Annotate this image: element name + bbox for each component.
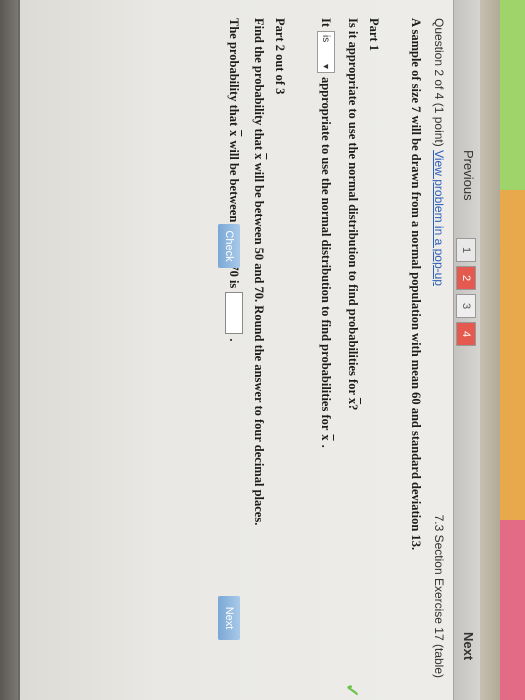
question-tab-2[interactable]: 2 — [456, 266, 476, 290]
question-nav-bar: Previous 1 2 3 4 Next — [453, 0, 480, 700]
next-button[interactable]: Next — [218, 596, 240, 640]
x-bar-symbol: x — [227, 130, 242, 137]
question-tab-4[interactable]: 4 — [456, 322, 476, 346]
part2-question: Find the probability that x will be betw… — [252, 18, 266, 526]
photo-edge — [0, 0, 18, 700]
check-button[interactable]: Check — [218, 224, 240, 268]
probability-answer-input[interactable] — [225, 292, 243, 335]
previous-button[interactable]: Previous — [461, 150, 476, 201]
question-content: Question 2 of 4 (1 point) View problem i… — [225, 18, 446, 678]
part2-answer-row: The probability that x will be between 5… — [225, 18, 243, 678]
question-title: Question 2 of 4 (1 point) — [432, 18, 446, 147]
taskbar-strip-orange — [500, 190, 525, 520]
taskbar-strip-pink — [500, 520, 525, 700]
question-tab-1[interactable]: 1 — [456, 238, 476, 262]
question-tab-3[interactable]: 3 — [456, 294, 476, 318]
is-isnot-select[interactable]: is ▾ — [317, 31, 335, 74]
part1-answer-row: It is ▾ appropriate to use the normal di… — [317, 18, 335, 678]
check-mark-icon: ✓ — [342, 682, 362, 698]
caret-down-icon: ▾ — [320, 64, 332, 70]
x-bar-symbol: x — [252, 153, 266, 160]
taskbar-strip-green — [500, 0, 525, 190]
x-bar-symbol: x — [319, 434, 334, 441]
section-label: 7.3 Section Exercise 17 (table) — [432, 514, 446, 678]
problem-statement: A sample of size 7 will be drawn from a … — [409, 18, 423, 551]
part2-title: Part 2 out of 3 — [273, 18, 287, 95]
part1-title: Part 1 — [367, 18, 381, 51]
next-question-button[interactable]: Next — [461, 632, 476, 660]
popup-link[interactable]: View problem in a pop-up — [432, 150, 446, 286]
question-page: Previous 1 2 3 4 Next Question 2 of 4 (1… — [20, 0, 480, 700]
question-header: Question 2 of 4 (1 point) View problem i… — [428, 18, 446, 678]
part1-question: Is it appropriate to use the normal dist… — [346, 18, 360, 411]
